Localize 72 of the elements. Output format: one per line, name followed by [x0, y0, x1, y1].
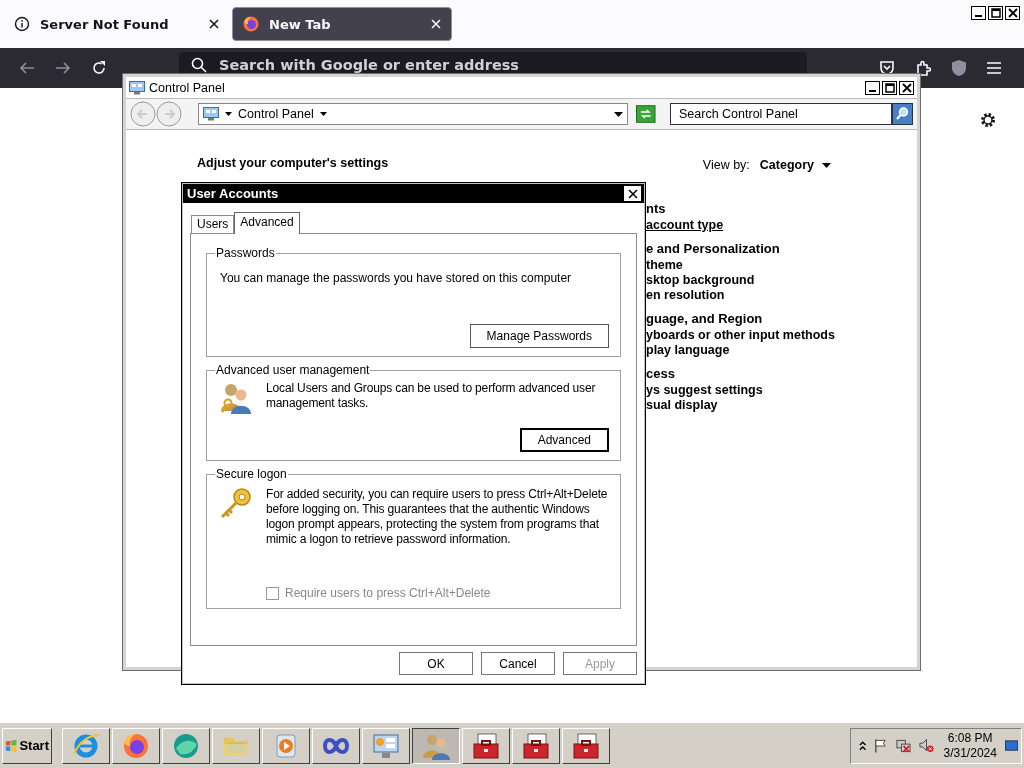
- dialog-tab[interactable]: Advanced: [234, 212, 300, 234]
- browser-tab[interactable]: Server Not Found: [4, 7, 229, 41]
- menu-icon[interactable]: [986, 60, 1002, 76]
- category-link[interactable]: account type: [646, 218, 835, 233]
- category-link[interactable]: theme: [646, 258, 835, 273]
- puzzle-icon[interactable]: [915, 60, 931, 76]
- key-icon: [219, 487, 253, 521]
- speaker-icon[interactable]: [918, 737, 934, 754]
- toolbox-icon: [572, 731, 600, 760]
- refresh-button[interactable]: [636, 105, 656, 123]
- firefox-icon: [243, 16, 259, 32]
- windows-flag-icon: [5, 738, 18, 753]
- group-label: Secure logon: [215, 467, 288, 481]
- dialog-tab[interactable]: Users: [191, 215, 235, 233]
- dialog-button[interactable]: OK: [399, 652, 473, 675]
- category-link[interactable]: ys suggest settings: [646, 383, 835, 398]
- firefox-icon: [122, 731, 150, 760]
- view-by-dropdown[interactable]: Category: [759, 158, 831, 172]
- category-heading[interactable]: guage, and Region: [646, 310, 835, 328]
- users-icon: [219, 381, 253, 415]
- category-link[interactable]: sual display: [646, 398, 835, 413]
- toolbox-icon: [522, 731, 550, 760]
- search-button[interactable]: [892, 103, 913, 125]
- category-heading[interactable]: nts: [646, 200, 835, 218]
- back-icon[interactable]: [19, 60, 35, 76]
- network-icon[interactable]: [895, 737, 911, 754]
- category-heading[interactable]: e and Personalization: [646, 240, 835, 258]
- page-heading: Adjust your computer's settings: [197, 156, 389, 170]
- category-heading[interactable]: cess: [646, 365, 835, 383]
- group-label: Advanced user management: [215, 363, 371, 377]
- group-label: Passwords: [215, 246, 276, 260]
- caret-icon[interactable]: [319, 112, 327, 116]
- caret-icon[interactable]: [225, 112, 232, 116]
- view-by-label: View by:: [702, 158, 750, 172]
- sphere-icon: [172, 731, 200, 760]
- description-text: You can manage the passwords you have stored on this computer: [220, 271, 573, 285]
- clock-date[interactable]: 3/31/2024: [943, 745, 997, 761]
- address-field[interactable]: Control Panel: [198, 103, 629, 125]
- control-panel-icon: [129, 80, 145, 95]
- toolbox-icon: [472, 731, 500, 760]
- category-link[interactable]: play language: [646, 343, 835, 358]
- category-link[interactable]: yboards or other input methods: [646, 328, 835, 343]
- dialog-button[interactable]: Cancel: [481, 652, 555, 675]
- forward-icon[interactable]: [55, 60, 71, 76]
- control-panel-icon: [372, 731, 400, 760]
- shield-icon[interactable]: [951, 59, 967, 77]
- start-button[interactable]: Start: [2, 727, 52, 764]
- checkbox-label: Require users to press Ctrl+Alt+Delete: [285, 586, 491, 600]
- search-field[interactable]: Search Control Panel: [670, 103, 892, 125]
- globe-icon: [72, 731, 100, 760]
- close-tab-icon[interactable]: [209, 19, 219, 29]
- control-panel-icon: [203, 107, 219, 121]
- pocket-icon[interactable]: [879, 60, 895, 76]
- category-link[interactable]: sktop background: [646, 273, 835, 288]
- caret-icon[interactable]: [822, 162, 831, 168]
- info-icon: [14, 16, 30, 32]
- dropdown-arrow-icon[interactable]: [614, 111, 624, 117]
- manage-passwords-button[interactable]: Manage Passwords: [469, 324, 609, 348]
- description-text: Local Users and Groups can be used to perform advanced user management tasks.: [266, 381, 597, 412]
- advanced-button[interactable]: Advanced: [519, 428, 609, 452]
- monitor-icon[interactable]: [1004, 738, 1018, 753]
- dialog-button: Apply: [563, 652, 637, 675]
- reload-icon[interactable]: [91, 60, 107, 76]
- dialog-title: User Accounts: [187, 186, 279, 201]
- settings-icon[interactable]: [979, 111, 997, 129]
- taskbar-button[interactable]: [412, 727, 460, 764]
- clock-time[interactable]: 6:08 PM: [947, 730, 993, 746]
- description-text: For added security, you can require users to press Ctrl+Alt+Delete before logging on. This guarantees that the authentic Windows logon prompt appears, protecting the system from programs that mimic a logon to retrieve password information.: [266, 487, 609, 547]
- browser-tab[interactable]: New Tab: [232, 7, 452, 41]
- category-link[interactable]: en resolution: [646, 288, 835, 303]
- flag-icon[interactable]: [874, 737, 888, 754]
- chevron-up-icon[interactable]: [859, 740, 867, 751]
